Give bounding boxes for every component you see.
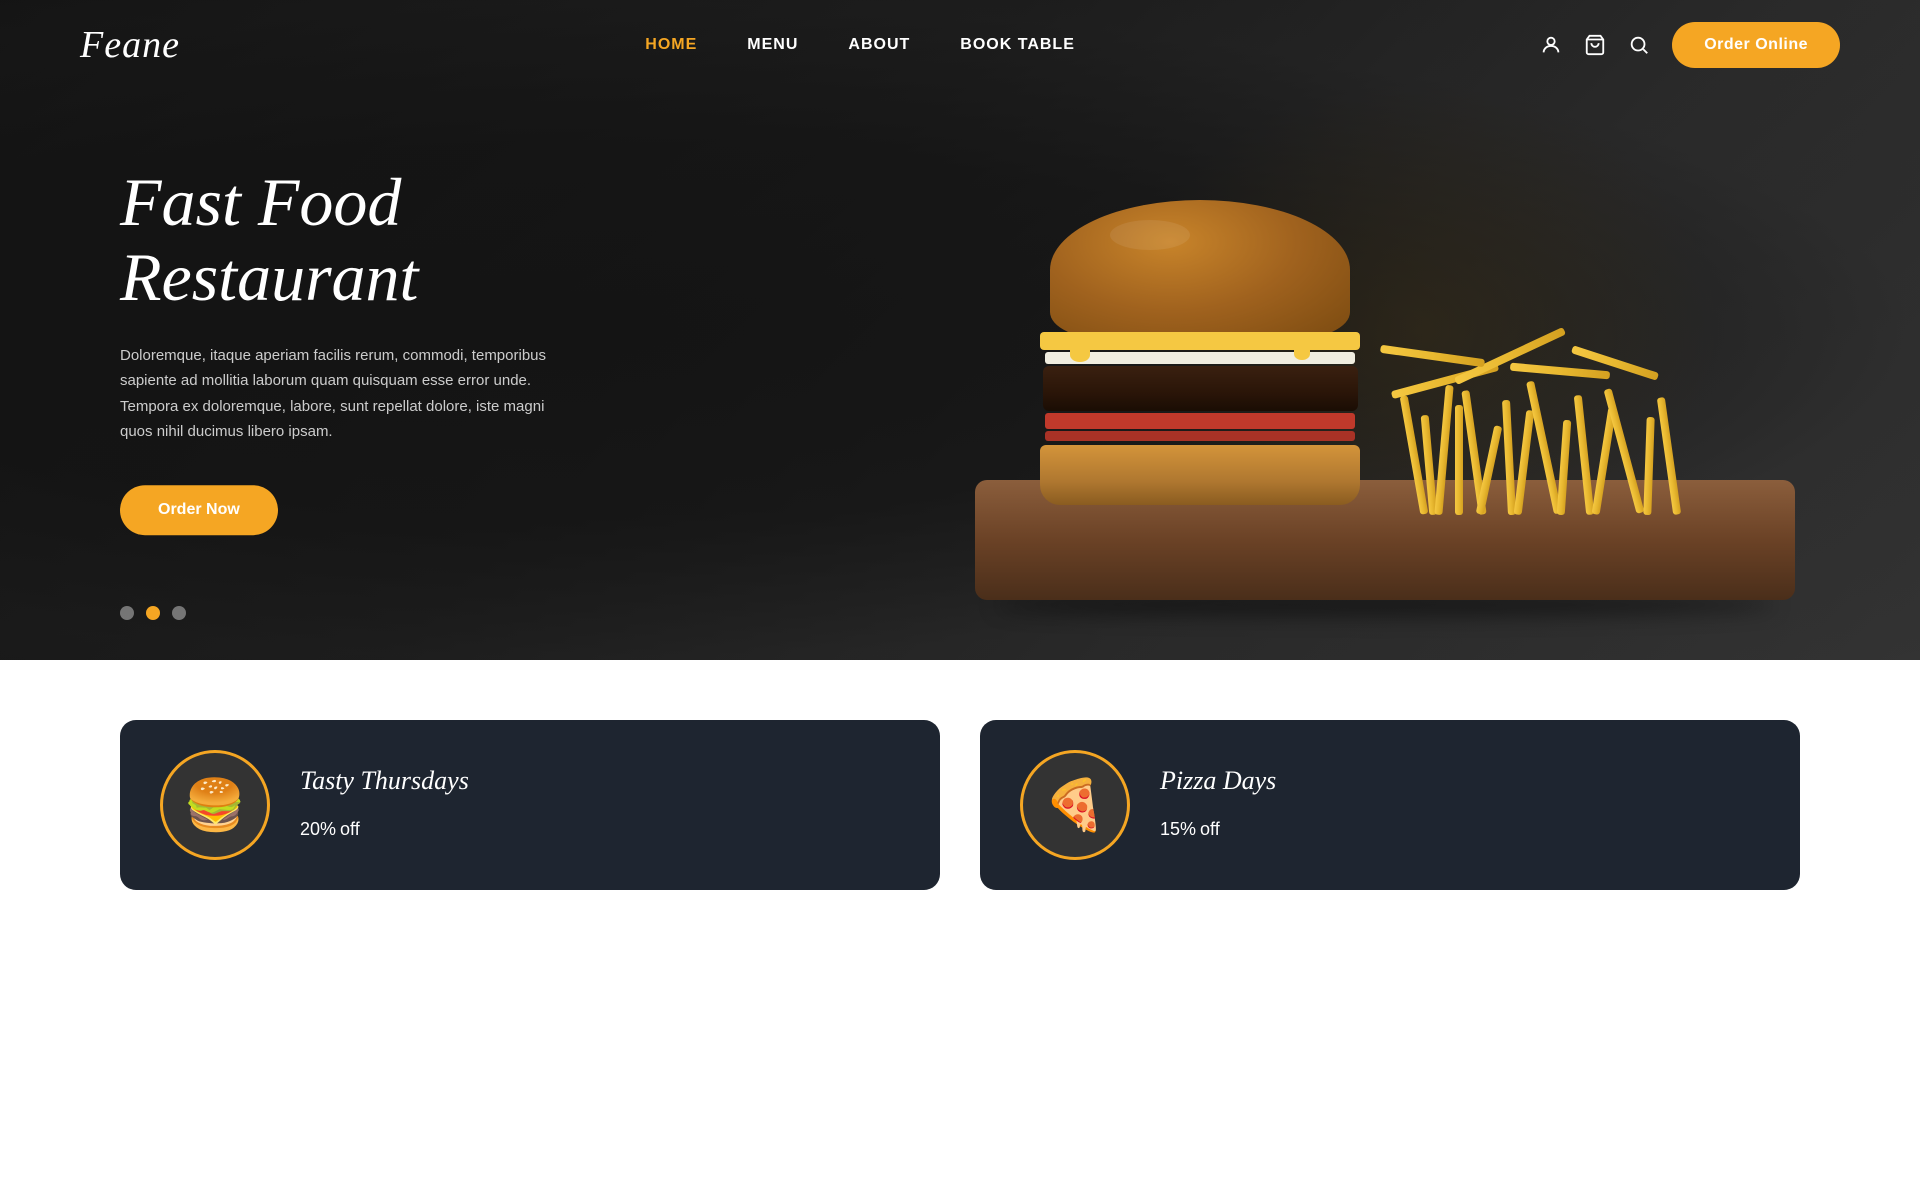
promo-discount-2: 15%off bbox=[1160, 802, 1276, 844]
fry bbox=[1455, 405, 1463, 515]
promo-card-pizza-days: 🍕 Pizza Days 15%off bbox=[980, 720, 1800, 890]
fry bbox=[1380, 345, 1485, 368]
tomato-layer bbox=[1045, 413, 1355, 429]
pizza-emoji: 🍕 bbox=[1044, 776, 1106, 835]
nav-about[interactable]: ABOUT bbox=[848, 36, 910, 54]
hero-section: Feane HOME MENU ABOUT BOOK TABLE bbox=[0, 0, 1920, 660]
cart-icon bbox=[1584, 34, 1606, 56]
hero-title: Fast Food Restaurant bbox=[120, 165, 640, 315]
nav-home[interactable]: HOME bbox=[645, 36, 697, 54]
promo-discount-1: 20%off bbox=[300, 802, 469, 844]
promo-title-1: Tasty Thursdays bbox=[300, 766, 469, 796]
carousel-dot-2[interactable] bbox=[146, 606, 160, 620]
carousel-dot-1[interactable] bbox=[120, 606, 134, 620]
burger bbox=[1030, 200, 1370, 505]
fry bbox=[1434, 385, 1453, 515]
fry bbox=[1510, 363, 1610, 380]
patty bbox=[1043, 366, 1358, 411]
cheese-drip-2 bbox=[1294, 348, 1310, 360]
user-icon bbox=[1540, 34, 1562, 56]
main-nav: HOME MENU ABOUT BOOK TABLE bbox=[645, 36, 1075, 54]
hero-description: Doloremque, itaque aperiam facilis rerum… bbox=[120, 343, 580, 445]
header-icons: Order Online bbox=[1540, 22, 1840, 68]
hero-content: Fast Food Restaurant Doloremque, itaque … bbox=[120, 165, 640, 535]
promo-section: 🍔 Tasty Thursdays 20%off 🍕 Pizza Days 15… bbox=[0, 660, 1920, 890]
cart-icon-button[interactable] bbox=[1584, 34, 1606, 56]
fry bbox=[1574, 395, 1594, 515]
order-online-button[interactable]: Order Online bbox=[1672, 22, 1840, 68]
promo-text-2: Pizza Days 15%off bbox=[1160, 766, 1276, 844]
food-image bbox=[910, 40, 1860, 660]
ketchup-layer bbox=[1045, 431, 1355, 441]
fry bbox=[1514, 410, 1535, 515]
cheese-layer bbox=[1040, 332, 1360, 350]
bun-bottom bbox=[1040, 445, 1360, 505]
order-now-button[interactable]: Order Now bbox=[120, 485, 278, 535]
carousel-dot-3[interactable] bbox=[172, 606, 186, 620]
promo-image-pizza: 🍕 bbox=[1020, 750, 1130, 860]
promo-title-2: Pizza Days bbox=[1160, 766, 1276, 796]
promo-text-1: Tasty Thursdays 20%off bbox=[300, 766, 469, 844]
search-icon-button[interactable] bbox=[1628, 34, 1650, 56]
promo-card-tasty-thursdays: 🍔 Tasty Thursdays 20%off bbox=[120, 720, 940, 890]
fry bbox=[1454, 327, 1566, 385]
fry bbox=[1604, 388, 1645, 514]
search-icon bbox=[1628, 34, 1650, 56]
fries-pile bbox=[1350, 235, 1830, 515]
cheese-drip-1 bbox=[1070, 348, 1090, 362]
carousel-dots bbox=[120, 606, 186, 620]
bun-top bbox=[1050, 200, 1350, 340]
user-icon-button[interactable] bbox=[1540, 34, 1562, 56]
burger-emoji: 🍔 bbox=[184, 776, 246, 835]
fry bbox=[1557, 420, 1572, 515]
fry bbox=[1643, 417, 1654, 515]
fry bbox=[1502, 400, 1516, 515]
promo-image-burger: 🍔 bbox=[160, 750, 270, 860]
fries bbox=[1350, 235, 1830, 515]
fry bbox=[1526, 381, 1562, 515]
fry bbox=[1657, 397, 1681, 515]
site-logo[interactable]: Feane bbox=[80, 23, 180, 67]
nav-book-table[interactable]: BOOK TABLE bbox=[960, 36, 1075, 54]
site-header: Feane HOME MENU ABOUT BOOK TABLE bbox=[0, 0, 1920, 90]
nav-menu[interactable]: MENU bbox=[747, 36, 798, 54]
